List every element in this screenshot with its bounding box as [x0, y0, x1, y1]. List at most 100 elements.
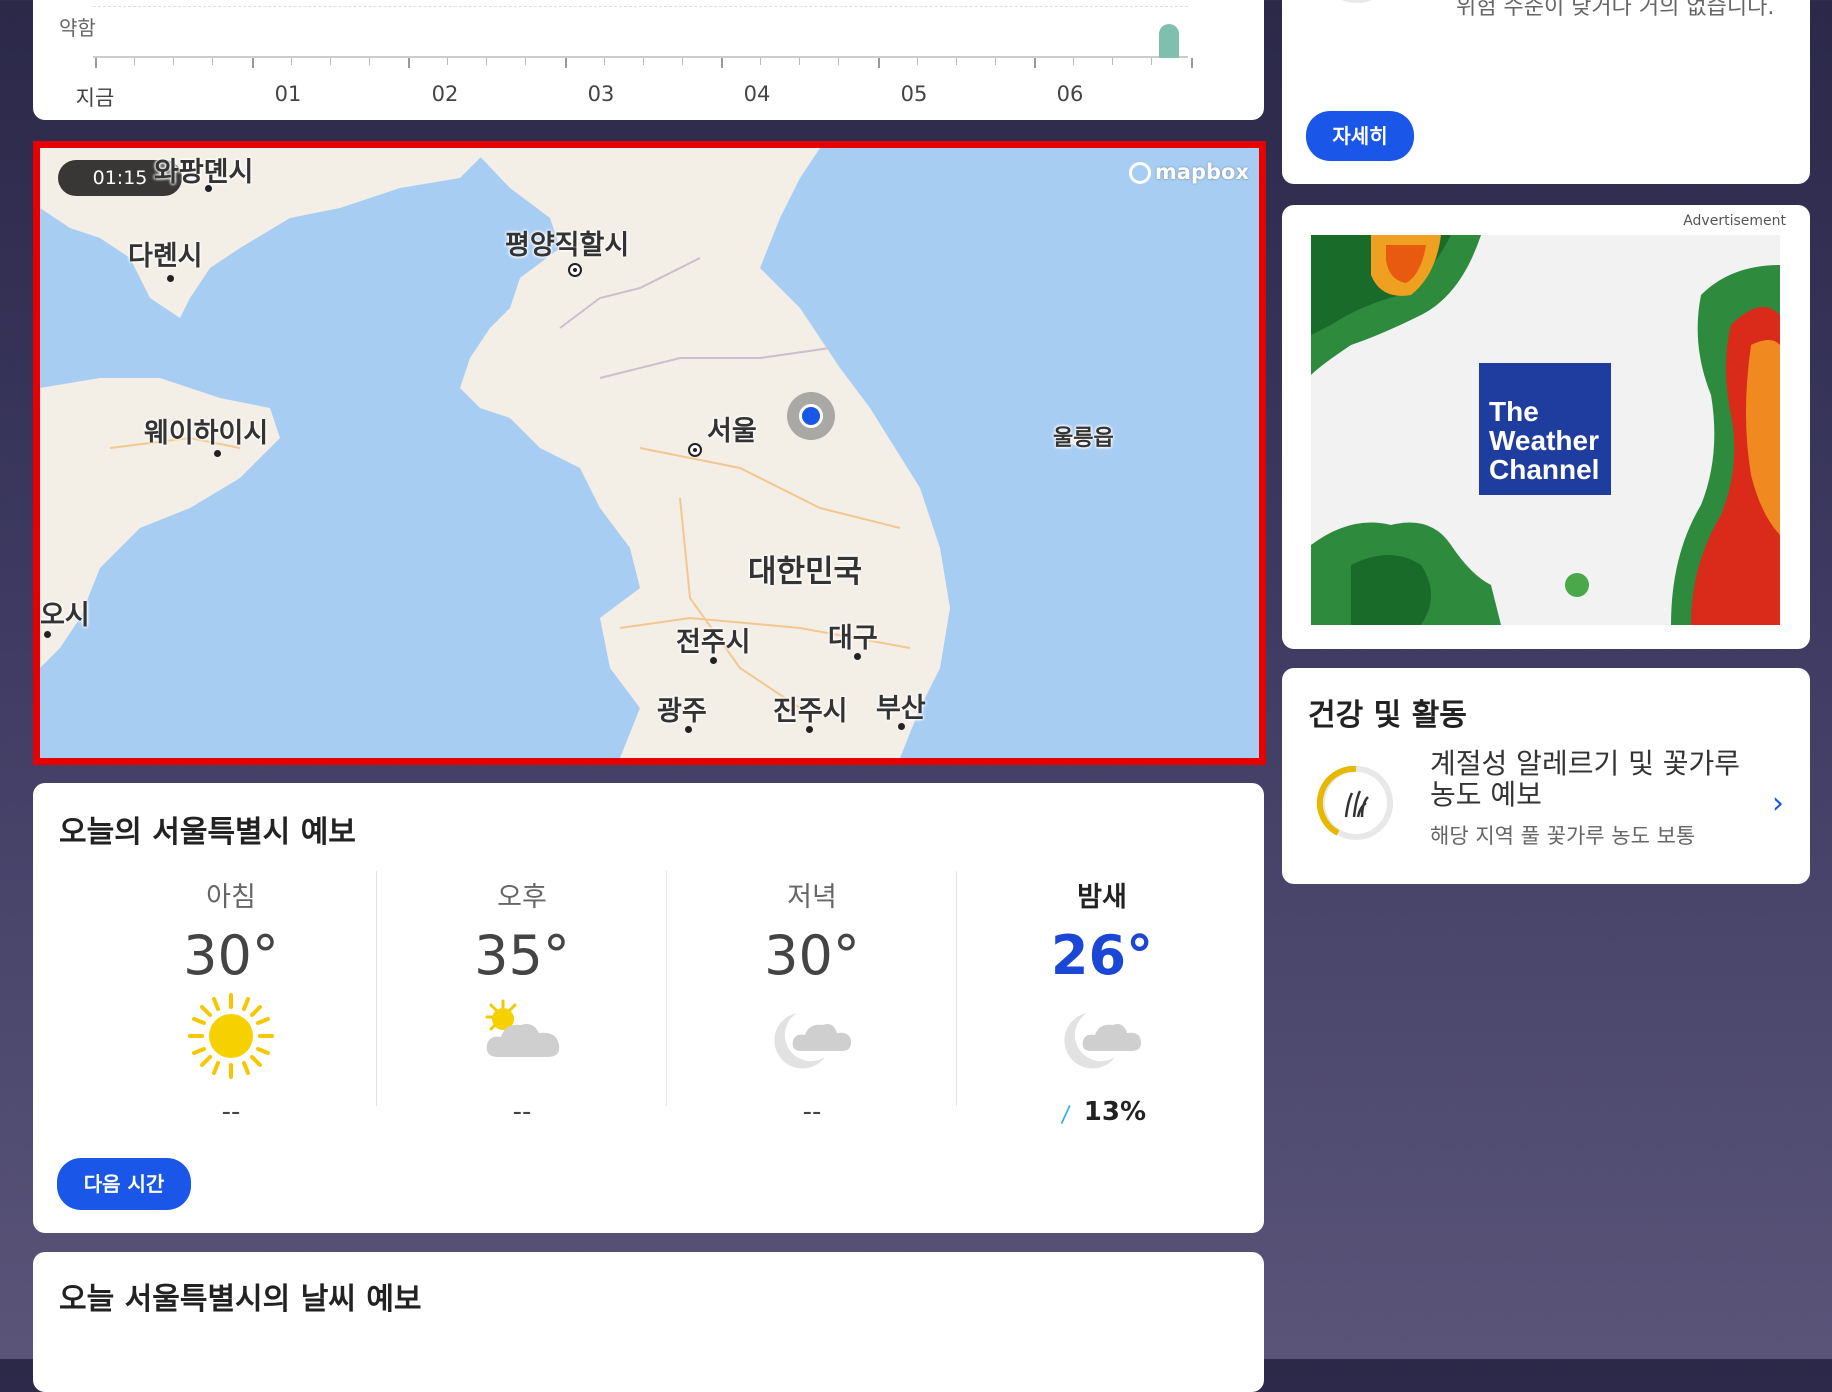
- period-precipitation: --: [221, 1097, 241, 1127]
- period-label: 밤새: [1077, 882, 1127, 913]
- timeline-tick: [603, 58, 605, 65]
- city-dot: [205, 185, 212, 192]
- timeline-tick: [290, 58, 292, 65]
- forecast-period-morning[interactable]: 아침 30° --: [86, 871, 376, 1127]
- advertisement-card[interactable]: Advertisement The Weather Channel: [1282, 205, 1810, 649]
- current-location-dot: [799, 404, 823, 428]
- pollen-gauge-icon: [1316, 765, 1393, 840]
- more-details-button[interactable]: 자세히: [1306, 111, 1414, 161]
- timeline-tick: [173, 58, 175, 65]
- timeline-tick: [760, 58, 762, 65]
- map-land: [40, 148, 1259, 758]
- city-dot: [898, 723, 905, 730]
- partly-cloudy-icon: [377, 991, 667, 1081]
- map-label-city: 울릉읍: [1053, 426, 1114, 451]
- ad-label: Advertisement: [1683, 213, 1786, 229]
- timeline-tick: [799, 58, 801, 65]
- chevron-right-icon[interactable]: ›: [1772, 786, 1784, 821]
- map-label-country: 대한민국: [748, 554, 863, 590]
- timeline-tick: [486, 58, 488, 65]
- daily-detail-card: 오늘 서울특별시의 날씨 예보: [33, 1252, 1264, 1392]
- timeline-hour: 02: [431, 82, 459, 106]
- cloudy-night-icon: [957, 991, 1247, 1081]
- timeline-tick: [408, 58, 410, 68]
- map-label-city: 광주: [657, 696, 707, 727]
- ad-image[interactable]: The Weather Channel: [1311, 235, 1780, 625]
- timeline-tick: [251, 58, 254, 68]
- timeline-tick: [1034, 58, 1036, 68]
- timeline-tick: [916, 58, 918, 65]
- mapbox-text: mapbox: [1154, 160, 1249, 184]
- capital-marker: [568, 263, 582, 277]
- pollen-level-text: 해당 지역 풀 꽃가루 농도 보통: [1430, 824, 1696, 848]
- map-label-city: 웨이하이시: [144, 418, 269, 449]
- pollen-forecast-link[interactable]: 계절성 알레르기 및 꽃가루 농도 예보: [1430, 748, 1760, 810]
- timeline-tick: [838, 58, 840, 65]
- period-precipitation: --: [802, 1097, 822, 1127]
- precipitation-bar: [1159, 24, 1179, 58]
- timeline-tick: [877, 58, 880, 68]
- timeline-tick: [681, 58, 683, 65]
- timeline-hour: 06: [1056, 82, 1084, 106]
- timeline-tick: [1112, 58, 1114, 65]
- timeline-tick: [955, 58, 957, 65]
- mapbox-logo: mapbox: [1128, 160, 1249, 184]
- cloudy-night-icon: [667, 991, 957, 1081]
- current-location-marker[interactable]: [787, 392, 835, 440]
- forecast-period-overnight[interactable]: 밤새 26° ❘ 13%: [956, 871, 1247, 1127]
- map-label-city: 와팡뎬시: [154, 157, 254, 188]
- map-label-city: 다롄시: [128, 241, 203, 272]
- uv-gauge-icon: [1341, 0, 1373, 3]
- timeline-tick: [525, 58, 527, 65]
- precip-value: 13%: [1083, 1097, 1147, 1127]
- timeline-tick: [329, 58, 331, 65]
- period-temperature: 30°: [764, 924, 860, 987]
- health-activity-card: 건강 및 활동 계절성 알레르기 및 꽃가루 농도 예보 해당 지역 풀 꽃가루…: [1282, 668, 1810, 884]
- timeline-tick: [994, 58, 996, 65]
- next-hours-button[interactable]: 다음 시간: [57, 1158, 191, 1210]
- map-label-city: 전주시: [676, 627, 751, 658]
- timeline-tick: [564, 58, 567, 68]
- map-label-city: 오시: [40, 600, 90, 631]
- timeline-tick: [368, 58, 370, 65]
- period-temperature: 35°: [474, 924, 570, 987]
- radar-map[interactable]: 01:15 mapbox 와팡뎬시 다롄시 평양직할시 웨이하이시 서울 울릉읍…: [33, 141, 1266, 765]
- forecast-period-evening[interactable]: 저녁 30° --: [666, 871, 957, 1127]
- city-dot: [167, 275, 174, 282]
- timeline-axis: [93, 56, 1188, 58]
- city-dot: [44, 631, 51, 638]
- timeline-tick: [642, 58, 644, 65]
- timeline-hour-now: 지금: [75, 86, 115, 110]
- map-label-city: 대구: [828, 623, 878, 654]
- map-label-city: 평양직할시: [505, 230, 630, 261]
- intensity-label: 약함: [59, 16, 96, 40]
- timeline-hour: 01: [274, 82, 302, 106]
- forecast-title: 오늘의 서울특별시 예보: [59, 815, 356, 850]
- timeline-hour: 04: [743, 82, 771, 106]
- period-precipitation: ❘ 13%: [957, 1097, 1247, 1127]
- detail-title: 오늘 서울특별시의 날씨 예보: [59, 1282, 422, 1317]
- period-temperature: 30°: [183, 924, 279, 987]
- timeline-gridline: [93, 6, 1188, 7]
- sun-icon: [86, 991, 376, 1081]
- uv-description: 위험 수준이 낮거나 거의 없습니다.: [1456, 0, 1775, 20]
- raindrop-icon: ❘: [1053, 1098, 1080, 1128]
- period-label: 아침: [206, 882, 256, 913]
- weather-channel-logo: The Weather Channel: [1479, 363, 1611, 495]
- city-dot: [710, 657, 717, 664]
- timeline-tick: [1190, 58, 1193, 68]
- logo-line: Weather: [1489, 425, 1599, 456]
- precipitation-timeline-card: 약함 지금 01 02 03 04 05 06: [33, 0, 1264, 120]
- logo-line: The: [1489, 396, 1539, 427]
- timeline-tick: [1073, 58, 1075, 65]
- timeline-tick: [447, 58, 449, 65]
- timeline-tick: [95, 58, 97, 68]
- logo-line: Channel: [1489, 454, 1600, 485]
- uv-index-card: 위험 수준이 낮거나 거의 없습니다. 자세히: [1282, 0, 1810, 184]
- forecast-period-afternoon[interactable]: 오후 35° --: [376, 871, 667, 1127]
- city-dot: [806, 726, 813, 733]
- timeline-tick: [212, 58, 214, 65]
- city-dot: [214, 450, 221, 457]
- map-label-city: 부산: [876, 693, 926, 724]
- timeline-tick: [134, 58, 136, 65]
